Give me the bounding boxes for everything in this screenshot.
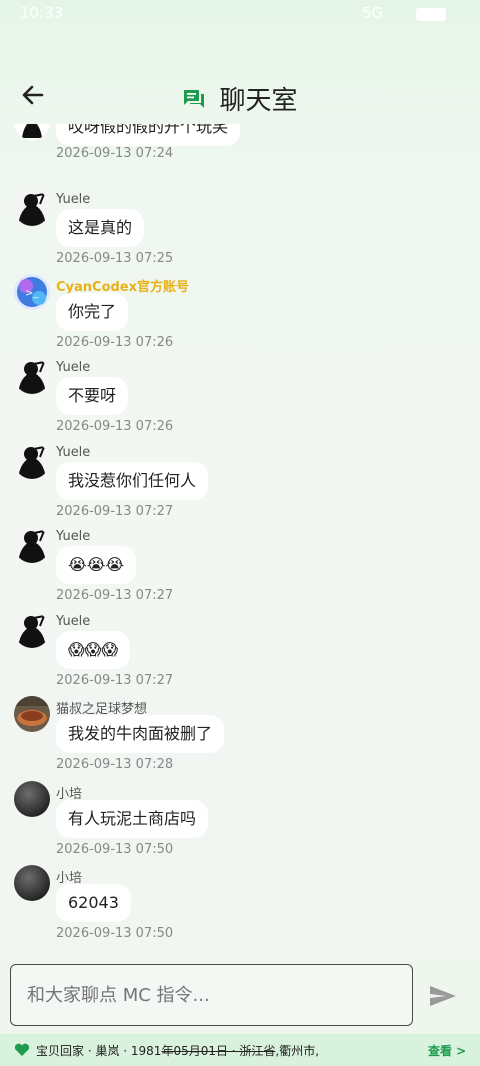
message-time: 2026-09-13 07:50 <box>56 926 174 941</box>
avatar[interactable] <box>14 124 50 140</box>
notice-text: 宝贝回家 · 巢岚 · 1981年05月01日 · 浙江省,衢州市, <box>36 1042 319 1059</box>
page-title: 聊天室 <box>219 86 298 116</box>
message-time: 2026-09-13 07:27 <box>56 588 174 603</box>
message-bubble[interactable]: 😱😱😱 <box>56 631 131 669</box>
message-sender: Yuele <box>56 445 91 460</box>
message-time: 2026-09-13 07:26 <box>56 419 174 434</box>
avatar[interactable] <box>14 865 50 901</box>
avatar[interactable] <box>14 612 50 648</box>
title-group: 聊天室 <box>0 80 480 117</box>
message-bubble[interactable]: 我没惹你们任何人 <box>56 462 209 500</box>
message-time: 2026-09-13 07:26 <box>56 335 174 350</box>
avatar[interactable]: >_ <box>14 274 50 310</box>
message-time: 2026-09-13 07:24 <box>56 146 174 161</box>
message-bubble[interactable]: 你完了 <box>56 293 129 331</box>
message-bubble[interactable]: 不要呀 <box>56 377 129 415</box>
avatar[interactable] <box>14 190 50 226</box>
message-sender: Yuele <box>56 529 91 544</box>
avatar[interactable] <box>14 527 50 563</box>
message-time: 2026-09-13 07:28 <box>56 757 174 772</box>
message-time: 2026-09-13 07:27 <box>56 504 174 519</box>
header: 聊天室 <box>0 64 480 124</box>
send-button[interactable] <box>428 984 458 1008</box>
avatar[interactable] <box>14 781 50 817</box>
message-time: 2026-09-13 07:25 <box>56 251 174 266</box>
message-list[interactable]: 哎呀假的假的开个玩笑 2026-09-13 07:24 Yuele 这是真的 2… <box>0 124 480 956</box>
message-bubble[interactable]: 哎呀假的假的开个玩笑 <box>56 124 241 146</box>
message-bubble[interactable]: 有人玩泥土商店吗 <box>56 800 209 838</box>
message-bubble[interactable]: 这是真的 <box>56 209 145 247</box>
message-input[interactable] <box>10 964 413 1026</box>
message-sender: Yuele <box>56 192 91 207</box>
avatar[interactable] <box>14 358 50 394</box>
heart-icon <box>14 1043 30 1056</box>
message-sender: Yuele <box>56 614 91 629</box>
message-time: 2026-09-13 07:50 <box>56 842 174 857</box>
battery-icon <box>416 8 446 21</box>
message-bubble[interactable]: 😭😭😭 <box>56 546 137 584</box>
notice-text-prefix: 宝贝回家 · 巢岚 · 1981 <box>36 1044 162 1058</box>
message-sender: Yuele <box>56 360 91 375</box>
status-time: 10:33 <box>20 4 64 22</box>
chat-icon <box>184 89 205 108</box>
send-icon <box>430 986 456 1006</box>
network-indicator: 5G <box>362 4 384 22</box>
notice-text-suffix: ,衢州市, <box>275 1044 320 1058</box>
composer <box>0 956 480 1034</box>
message-time: 2026-09-13 07:27 <box>56 673 174 688</box>
notice-ticker: 宝贝回家 · 巢岚 · 1981年05月01日 · 浙江省,衢州市, 查看 > <box>0 1034 480 1066</box>
svg-text:>_: >_ <box>25 288 39 299</box>
message-bubble[interactable]: 我发的牛肉面被删了 <box>56 715 225 753</box>
message-bubble[interactable]: 62043 <box>56 884 131 922</box>
avatar[interactable] <box>14 443 50 479</box>
view-link[interactable]: 查看 > <box>428 1042 466 1059</box>
status-bar: 10:33 5G <box>0 0 480 28</box>
notice-text-strike: 年05月01日 · 浙江省 <box>161 1044 276 1058</box>
avatar[interactable] <box>14 696 50 732</box>
